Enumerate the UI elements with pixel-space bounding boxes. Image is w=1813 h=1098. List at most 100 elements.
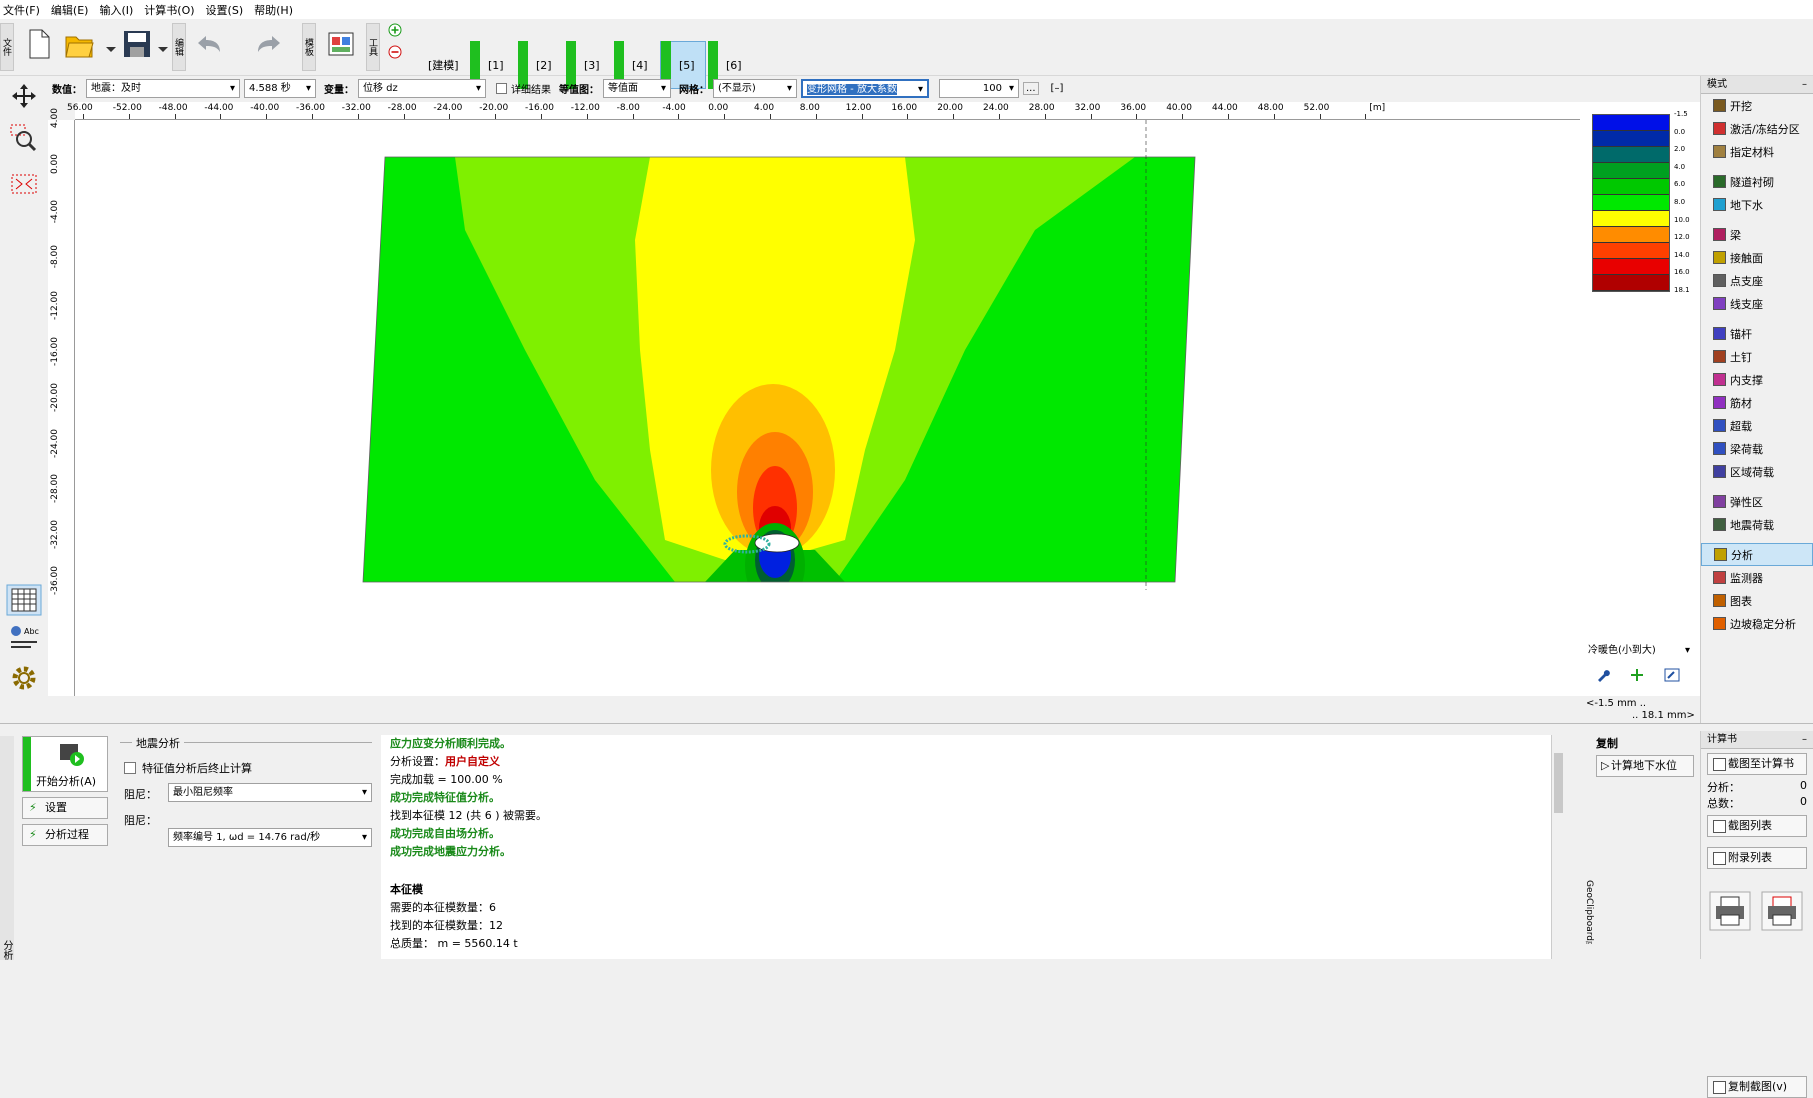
damping-select-1[interactable]: 最小阻尼频率	[168, 783, 372, 802]
start-analysis-button[interactable]: 开始分析(A)	[22, 736, 108, 792]
menu-input[interactable]: 输入(I)	[96, 2, 141, 18]
deformed-mesh-select[interactable]: 变形网格 - 放大系数	[801, 78, 929, 98]
legend-value: 0.0	[1674, 127, 1686, 136]
analysis-side-tab[interactable]: 分析	[0, 736, 14, 960]
mode-item-21[interactable]: 边坡稳定分析	[1701, 612, 1813, 635]
remove-stage-icon[interactable]	[388, 45, 402, 59]
ruler-y-label: -24.00	[50, 428, 60, 458]
time-select[interactable]: 4.588 秒	[244, 78, 316, 98]
copy-label[interactable]: 复制	[1596, 735, 1618, 751]
ruler-x-label: 8.00	[799, 103, 820, 113]
analysis-settings-button[interactable]: ⚡ 设置	[22, 797, 108, 819]
move-icon[interactable]	[10, 82, 38, 110]
save-dropdown-icon[interactable]	[156, 27, 170, 61]
ruler-x-tick	[815, 114, 817, 119]
screenshot-list-button[interactable]: 截图列表	[1707, 815, 1807, 837]
ruler-x-label: [m]	[1369, 103, 1386, 113]
mode-item-6[interactable]: 接触面	[1701, 246, 1813, 269]
damping-select-2[interactable]: 频率编号 1, ωd = 14.76 rad/秒	[168, 828, 372, 847]
menu-settings[interactable]: 设置(S)	[203, 2, 252, 18]
ruler-x-tick	[586, 114, 588, 119]
log-line: 总质量： m = 5560.14 t	[390, 937, 518, 950]
open-file-icon[interactable]	[64, 27, 94, 61]
legend-swatch	[1593, 179, 1669, 195]
mode-item-19[interactable]: 监测器	[1701, 566, 1813, 589]
log-scroll-thumb[interactable]	[1554, 753, 1563, 813]
copy-screenshot-button[interactable]: 复制截图(v)	[1707, 1076, 1807, 1098]
mode-item-16[interactable]: 弹性区	[1701, 490, 1813, 513]
analysis-process-button[interactable]: ⚡ 分析过程	[22, 824, 108, 846]
ruler-x-tick	[1090, 114, 1092, 119]
mode-item-9[interactable]: 锚杆	[1701, 322, 1813, 345]
ruler-x-tick	[312, 114, 313, 119]
add-screenshot-button[interactable]: 截图至计算书	[1707, 753, 1807, 775]
new-file-icon[interactable]	[24, 27, 54, 61]
mode-item-17[interactable]: 地震荷载	[1701, 513, 1813, 536]
log-line: 成功完成地震应力分析。	[390, 845, 511, 858]
labels-view-icon[interactable]: Abc	[6, 622, 42, 654]
panel-minimize-icon[interactable]: –	[1802, 76, 1807, 93]
mode-item-14[interactable]: 梁荷载	[1701, 437, 1813, 460]
save-icon[interactable]	[122, 27, 152, 61]
contour-select[interactable]: 等值面	[603, 78, 671, 98]
mode-item-10[interactable]: 土钉	[1701, 345, 1813, 368]
ruler-x-tick	[1182, 114, 1184, 119]
appendix-list-button[interactable]: 附录列表	[1707, 847, 1807, 869]
zoom-window-icon[interactable]	[10, 124, 38, 152]
legend-settings-icon[interactable]	[1664, 668, 1680, 682]
add-legend-icon[interactable]	[1630, 668, 1644, 682]
print-preview-icon[interactable]	[1761, 891, 1803, 931]
eigen-stop-checkbox[interactable]	[124, 762, 136, 774]
redo-icon[interactable]	[254, 27, 284, 61]
mode-item-15[interactable]: 区域荷载	[1701, 460, 1813, 483]
mode-item-18[interactable]: 分析	[1701, 543, 1813, 566]
menu-report[interactable]: 计算书(O)	[141, 2, 202, 18]
mode-item-icon	[1713, 396, 1726, 409]
template-icon[interactable]	[326, 27, 356, 61]
variable-select[interactable]: 位移 dz	[358, 78, 486, 98]
report-minimize-icon[interactable]: –	[1802, 731, 1807, 748]
mode-item-20[interactable]: 图表	[1701, 589, 1813, 612]
mode-item-5[interactable]: 梁	[1701, 223, 1813, 246]
wrench-icon[interactable]	[1596, 668, 1610, 682]
scale-factor-input[interactable]: 100	[939, 78, 1019, 98]
mesh-select[interactable]: (不显示)	[713, 78, 797, 98]
mode-item-7[interactable]: 点支座	[1701, 269, 1813, 292]
model-canvas[interactable]	[75, 120, 1580, 696]
print-icon[interactable]	[1709, 891, 1751, 931]
ruler-x-label: 0.00	[708, 103, 729, 113]
ruler-x-label: -36.00	[296, 103, 326, 113]
undo-icon[interactable]	[194, 27, 224, 61]
ruler-x-tick	[1228, 114, 1229, 119]
color-scheme-select[interactable]: 冷暖色(小到大)	[1584, 642, 1694, 661]
menu-help[interactable]: 帮助(H)	[251, 2, 301, 18]
more-button[interactable]: ...	[1023, 81, 1039, 95]
calc-groundwater-button[interactable]: ▷ 计算地下水位	[1596, 755, 1694, 777]
collapse-button[interactable]: [–]	[1051, 83, 1064, 94]
value-select[interactable]: 地震：及时	[86, 78, 240, 98]
mode-item-4[interactable]: 地下水	[1701, 193, 1813, 216]
settings-gear-icon[interactable]	[8, 662, 40, 694]
mode-item-2[interactable]: 指定材料	[1701, 140, 1813, 163]
legend-swatch	[1593, 259, 1669, 275]
fit-view-icon[interactable]	[10, 170, 38, 198]
mode-item-0[interactable]: 开挖	[1701, 94, 1813, 117]
mode-item-12[interactable]: 筋材	[1701, 391, 1813, 414]
ruler-x-label: 12.00	[845, 103, 872, 113]
ruler-x-label: 56.00	[67, 103, 93, 113]
mode-item-1[interactable]: 激活/冻结分区	[1701, 117, 1813, 140]
menu-edit[interactable]: 编辑(E)	[48, 2, 97, 18]
mode-item-8[interactable]: 线支座	[1701, 292, 1813, 315]
menu-file[interactable]: 文件(F)	[0, 2, 48, 18]
mode-item-3[interactable]: 隧道衬砌	[1701, 170, 1813, 193]
detail-checkbox[interactable]	[496, 82, 507, 94]
ruler-x-label: 36.00	[1120, 103, 1147, 113]
add-stage-icon[interactable]	[388, 23, 402, 37]
mode-item-11[interactable]: 内支撑	[1701, 368, 1813, 391]
log-scrollbar[interactable]	[1551, 735, 1565, 959]
left-view-tools: Abc	[0, 76, 48, 726]
mode-item-13[interactable]: 超载	[1701, 414, 1813, 437]
open-dropdown-icon[interactable]	[104, 27, 118, 61]
log-line: 找到本征模 12 (共 6 ) 被需要。	[390, 809, 548, 822]
table-view-icon[interactable]	[6, 584, 42, 616]
